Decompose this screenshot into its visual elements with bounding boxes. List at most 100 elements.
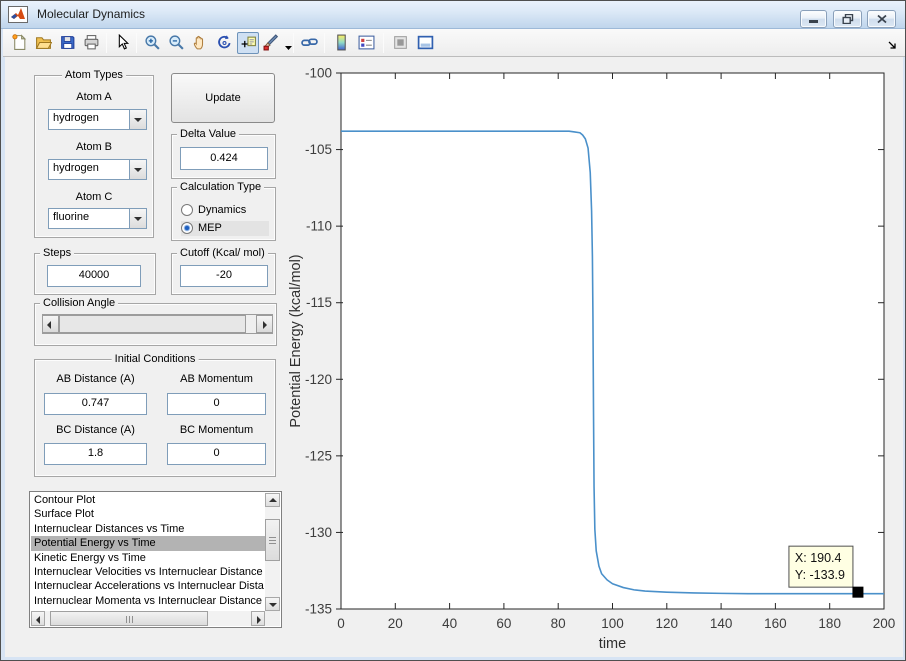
datatip-y-value: Y: -133.9 xyxy=(795,568,845,582)
x-tick-label: 100 xyxy=(601,616,624,631)
minimize-button[interactable] xyxy=(800,10,827,28)
toolbar-separator xyxy=(324,33,325,53)
atom-a-dropdown[interactable]: hydrogen xyxy=(48,109,147,130)
steps-field[interactable]: 40000 xyxy=(47,265,141,287)
show-plot-tools-icon[interactable] xyxy=(415,32,437,54)
scroll-left-icon[interactable] xyxy=(31,611,45,626)
update-button[interactable]: Update xyxy=(171,73,275,123)
open-file-icon[interactable] xyxy=(33,32,55,54)
toolbar-separator xyxy=(383,33,384,53)
radio-mep-circle[interactable] xyxy=(181,222,193,234)
list-item[interactable]: Internuclear Accelerations vs Internucle… xyxy=(31,579,265,593)
title-bar[interactable]: Molecular Dynamics xyxy=(1,1,905,29)
potential-energy-chart: 0 20 40 60 80 100 120 140 160 180 200 -135 -130 -125 -… xyxy=(288,66,896,653)
atom-c-dropdown[interactable]: fluorine xyxy=(48,208,147,229)
cutoff-label: Cutoff (Kcal/ mol) xyxy=(177,247,268,259)
atom-a-dropdown-arrow[interactable] xyxy=(129,110,146,129)
legend-icon[interactable] xyxy=(356,32,378,54)
x-tick-label: 40 xyxy=(442,616,457,631)
list-item[interactable]: Surface Plot xyxy=(31,507,265,521)
calculation-type-label: Calculation Type xyxy=(177,181,265,193)
save-figure-icon[interactable] xyxy=(57,32,79,54)
x-tick-label: 200 xyxy=(873,616,896,631)
link-plot-icon[interactable] xyxy=(299,32,321,54)
app-window: Molecular Dynamics Atom Types Atom A hyd… xyxy=(0,0,906,661)
vscroll-thumb[interactable] xyxy=(265,519,280,561)
restore-button[interactable] xyxy=(833,10,862,28)
pointer-icon[interactable] xyxy=(112,32,134,54)
atom-c-value: fluorine xyxy=(53,211,90,223)
scroll-up-icon[interactable] xyxy=(265,493,280,507)
scroll-right-icon[interactable] xyxy=(251,611,265,626)
pan-icon[interactable] xyxy=(190,32,212,54)
bc-distance-field[interactable]: 1.8 xyxy=(44,443,147,465)
toolbar-overflow-icon[interactable] xyxy=(888,37,897,55)
list-item[interactable]: Potential Energy vs Time xyxy=(31,536,265,551)
bc-distance-label: BC Distance (A) xyxy=(56,424,135,436)
colorbar-icon[interactable] xyxy=(331,32,353,54)
hscroll-thumb[interactable] xyxy=(50,611,208,626)
y-axis-label: Potential Energy (kcal/mol) xyxy=(288,254,304,427)
x-tick-label: 180 xyxy=(818,616,841,631)
x-tick-label: 80 xyxy=(551,616,566,631)
collision-angle-slider[interactable] xyxy=(42,314,273,334)
print-figure-icon[interactable] xyxy=(81,32,103,54)
plot-type-listbox[interactable]: Contour Plot Surface Plot Internuclear Dis… xyxy=(29,491,282,628)
zoom-out-icon[interactable] xyxy=(166,32,188,54)
datatip-marker[interactable] xyxy=(852,586,864,598)
listbox-vscrollbar[interactable] xyxy=(265,493,280,611)
atom-a-value: hydrogen xyxy=(53,112,99,124)
radio-dynamics-circle[interactable] xyxy=(181,204,193,216)
steps-label: Steps xyxy=(40,247,75,259)
radio-mep[interactable]: MEP xyxy=(181,221,269,236)
slider-thumb[interactable] xyxy=(59,315,246,333)
slider-left-arrow[interactable] xyxy=(42,315,59,333)
new-figure-icon[interactable] xyxy=(9,32,31,54)
list-item[interactable]: Contour Plot xyxy=(31,493,265,507)
bc-momentum-label: BC Momentum xyxy=(179,424,254,436)
y-tick-label: -125 xyxy=(305,448,332,463)
zoom-in-icon[interactable] xyxy=(142,32,164,54)
brush-icon[interactable] xyxy=(261,32,292,54)
x-tick-label: 160 xyxy=(764,616,787,631)
close-button[interactable] xyxy=(867,10,896,28)
initial-conditions-label: Initial Conditions xyxy=(111,353,199,365)
ab-momentum-label: AB Momentum xyxy=(180,373,253,385)
atom-types-label: Atom Types xyxy=(62,69,126,81)
atom-b-dropdown-arrow[interactable] xyxy=(129,160,146,179)
scroll-down-icon[interactable] xyxy=(265,597,280,611)
data-cursor-icon[interactable] xyxy=(237,32,259,54)
x-tick-label: 20 xyxy=(388,616,403,631)
slider-right-arrow[interactable] xyxy=(256,315,273,333)
hide-plot-tools-icon[interactable] xyxy=(390,32,412,54)
list-item[interactable]: Internuclear Distances vs Time xyxy=(31,522,265,536)
y-tick-label: -120 xyxy=(305,372,332,387)
toolbar-separator xyxy=(293,33,294,53)
atom-c-label: Atom C xyxy=(75,191,113,203)
delta-value-field[interactable]: 0.424 xyxy=(180,147,268,170)
x-tick-label: 60 xyxy=(496,616,511,631)
cutoff-field[interactable]: -20 xyxy=(180,265,268,287)
x-tick-label: 140 xyxy=(710,616,733,631)
y-tick-label: -135 xyxy=(305,602,332,617)
list-item[interactable]: Internuclear Velocities vs Internuclear … xyxy=(31,565,265,579)
toolbar-separator xyxy=(136,33,137,53)
atom-c-dropdown-arrow[interactable] xyxy=(129,209,146,228)
y-tick-label: -130 xyxy=(305,525,332,540)
rotate-3d-icon[interactable] xyxy=(214,32,236,54)
listbox-hscrollbar[interactable] xyxy=(31,611,265,626)
bc-momentum-field[interactable]: 0 xyxy=(167,443,266,465)
list-item[interactable]: Kinetic Energy vs Time xyxy=(31,551,265,565)
list-item[interactable]: Internuclear Momenta vs Internuclear Dis… xyxy=(31,594,265,608)
x-axis-label: time xyxy=(599,636,626,652)
delta-value-label: Delta Value xyxy=(177,128,240,140)
ab-momentum-field[interactable]: 0 xyxy=(167,393,266,415)
scrollbar-corner xyxy=(265,611,280,626)
ab-distance-label: AB Distance (A) xyxy=(56,373,135,385)
ab-distance-field[interactable]: 0.747 xyxy=(44,393,147,415)
y-tick-label: -110 xyxy=(306,219,332,234)
radio-dynamics[interactable]: Dynamics xyxy=(181,203,269,218)
atom-b-dropdown[interactable]: hydrogen xyxy=(48,159,147,180)
x-tick-label: 0 xyxy=(337,616,345,631)
y-tick-label: -115 xyxy=(306,295,332,310)
